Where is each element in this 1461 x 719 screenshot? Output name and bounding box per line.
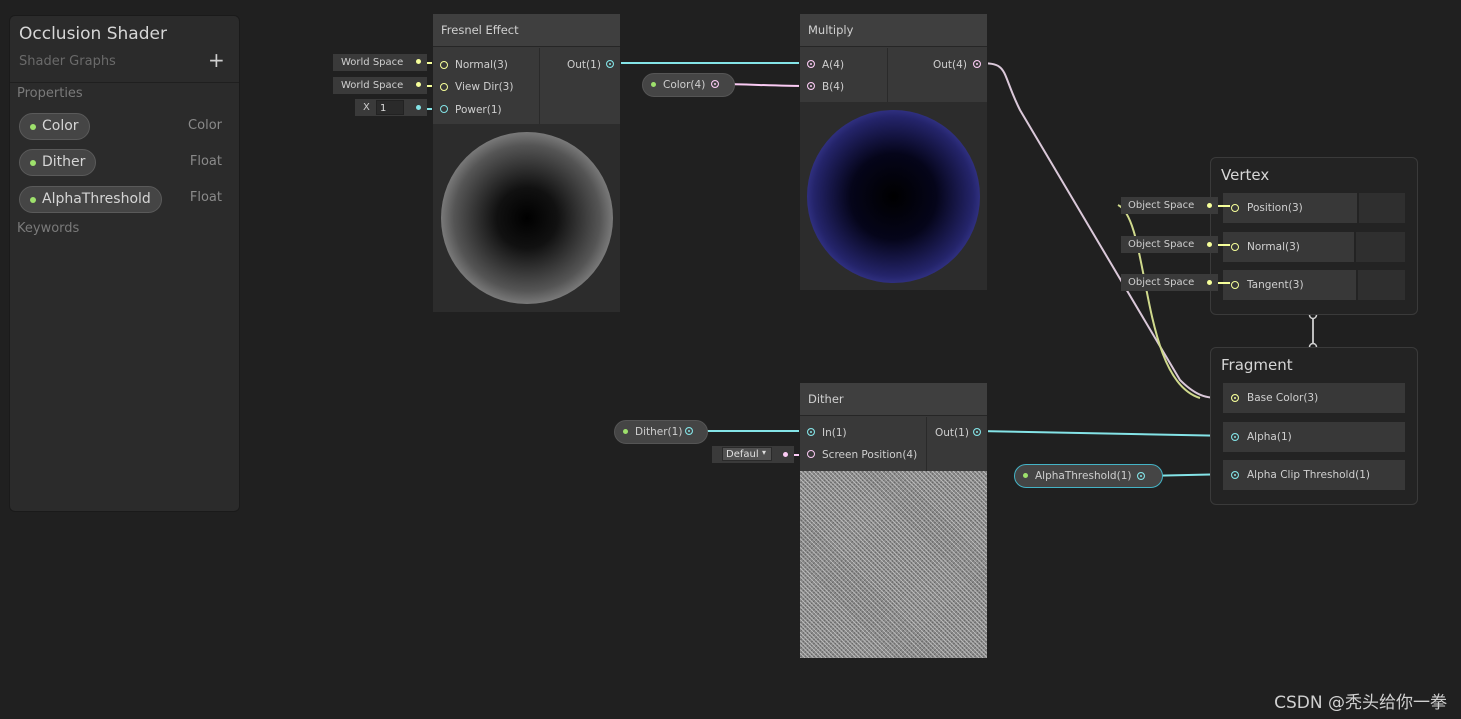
add-property-button[interactable]: + bbox=[208, 48, 225, 72]
fragment-slot-alpha[interactable]: Alpha(1) bbox=[1223, 422, 1405, 452]
alpha-input-port[interactable] bbox=[1231, 433, 1239, 441]
fresnel-output-label: Out(1) bbox=[567, 59, 601, 71]
chevron-down-icon: ▾ bbox=[762, 448, 767, 457]
multiply-output-label: Out(4) bbox=[933, 59, 967, 71]
multiply-preview-sphere bbox=[807, 110, 980, 283]
position-space-field[interactable]: Object Space bbox=[1121, 197, 1218, 214]
blackboard-panel: Occlusion Shader Shader Graphs + Propert… bbox=[9, 15, 240, 512]
vertex-slot-normal[interactable]: Normal(3) bbox=[1223, 232, 1354, 262]
dither-output-port[interactable] bbox=[973, 428, 981, 436]
fragment-title: Fragment bbox=[1221, 356, 1293, 374]
property-type-alphathreshold: Float bbox=[189, 190, 222, 205]
tangent-input-port[interactable] bbox=[1231, 281, 1239, 289]
normal-space-field[interactable]: Object Space bbox=[1121, 236, 1218, 253]
fragment-slot-base-color[interactable]: Base Color(3) bbox=[1223, 383, 1405, 413]
a-input-label: A(4) bbox=[822, 59, 845, 71]
vertex-context[interactable]: Vertex Position(3) Normal(3) Tangent(3) bbox=[1210, 157, 1418, 315]
multiply-preview bbox=[800, 102, 987, 290]
fragment-slot-alpha-clip-threshold[interactable]: Alpha Clip Threshold(1) bbox=[1223, 460, 1405, 490]
multiply-node[interactable]: Multiply A(4) B(4) Out(4) bbox=[799, 13, 988, 291]
keywords-header: Keywords bbox=[17, 221, 80, 236]
color-output-port[interactable] bbox=[711, 80, 719, 88]
vertex-title: Vertex bbox=[1221, 166, 1270, 184]
dither-property-node[interactable]: Dither(1) bbox=[614, 420, 708, 444]
normal-input-label: Normal(3) bbox=[455, 59, 508, 71]
wire-multiply-to-basecolor bbox=[977, 62, 1234, 400]
node-title[interactable]: Multiply bbox=[800, 14, 987, 47]
fragment-context[interactable]: Fragment Base Color(3) Alpha(1) Alpha Cl… bbox=[1210, 347, 1418, 505]
fresnel-preview bbox=[433, 124, 620, 312]
viewdir-input-label: View Dir(3) bbox=[455, 81, 514, 93]
position-input-port[interactable] bbox=[1231, 204, 1239, 212]
watermark-text: CSDN @秃头给你一拳 bbox=[1274, 693, 1447, 713]
wire-vertex-position-space bbox=[1117, 204, 1201, 399]
vertex-slot-tangent[interactable]: Tangent(3) bbox=[1223, 270, 1356, 300]
fresnel-output-port[interactable] bbox=[606, 60, 614, 68]
power-input-label: Power(1) bbox=[455, 104, 502, 116]
tangent-space-field[interactable]: Object Space bbox=[1121, 274, 1218, 291]
viewdir-space-field[interactable]: World Space bbox=[333, 77, 427, 94]
in-input-label: In(1) bbox=[822, 427, 847, 439]
node-title[interactable]: Dither bbox=[800, 383, 987, 416]
viewdir-input-port[interactable] bbox=[440, 83, 448, 91]
a-input-port[interactable] bbox=[807, 60, 815, 68]
normal-space-field[interactable]: World Space bbox=[333, 54, 427, 71]
normal-input-port[interactable] bbox=[1231, 243, 1239, 251]
fresnel-preview-sphere bbox=[441, 132, 613, 304]
multiply-output-port[interactable] bbox=[973, 60, 981, 68]
screen-position-input-label: Screen Position(4) bbox=[822, 449, 918, 461]
alphathreshold-output-port[interactable] bbox=[1137, 472, 1145, 480]
property-pill-dither[interactable]: Dither bbox=[19, 149, 97, 176]
graph-subtitle: Shader Graphs bbox=[19, 54, 116, 69]
screen-position-input-port[interactable] bbox=[807, 450, 815, 458]
property-type-color: Color bbox=[188, 118, 222, 133]
divider bbox=[10, 82, 239, 83]
wire-dither-out-to-alpha bbox=[976, 430, 1234, 437]
dither-preview bbox=[800, 471, 987, 658]
dither-prop-output-port[interactable] bbox=[685, 427, 693, 435]
vertex-slot-position[interactable]: Position(3) bbox=[1223, 193, 1357, 223]
b-input-label: B(4) bbox=[822, 81, 845, 93]
alpha-clip-input-port[interactable] bbox=[1231, 471, 1239, 479]
dither-output-label: Out(1) bbox=[935, 427, 969, 439]
color-property-node[interactable]: Color(4) bbox=[642, 73, 735, 97]
properties-header: Properties bbox=[17, 86, 83, 101]
power-value-field[interactable]: 1 bbox=[376, 100, 404, 115]
dither-node[interactable]: Dither In(1) Screen Position(4) Out(1) bbox=[799, 382, 988, 659]
node-title[interactable]: Fresnel Effect bbox=[433, 14, 620, 47]
base-color-input-port[interactable] bbox=[1231, 394, 1239, 402]
property-pill-alphathreshold[interactable]: AlphaThreshold bbox=[19, 186, 162, 213]
property-pill-color[interactable]: Color bbox=[19, 113, 90, 140]
power-input-port[interactable] bbox=[440, 105, 448, 113]
in-input-port[interactable] bbox=[807, 428, 815, 436]
property-type-dither: Float bbox=[189, 154, 222, 169]
normal-input-port[interactable] bbox=[440, 61, 448, 69]
fresnel-effect-node[interactable]: Fresnel Effect Normal(3) View Dir(3) Pow… bbox=[432, 13, 621, 313]
graph-title[interactable]: Occlusion Shader bbox=[19, 24, 167, 44]
power-axis-label: X bbox=[363, 102, 370, 113]
b-input-port[interactable] bbox=[807, 82, 815, 90]
